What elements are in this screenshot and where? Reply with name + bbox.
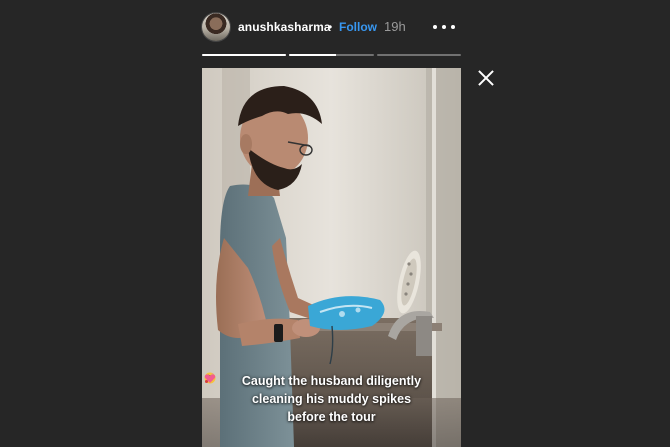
caption-line: cleaning his muddy spikes xyxy=(251,392,412,406)
username-link[interactable]: anushkasharma xyxy=(238,20,331,34)
progress-segment xyxy=(202,54,287,56)
story-image[interactable]: Caught the husband diligently cleaning h… xyxy=(202,68,461,447)
post-time: 19h xyxy=(384,19,406,34)
story-progress-bar xyxy=(202,54,461,56)
profile-avatar[interactable] xyxy=(202,13,230,41)
progress-segment xyxy=(376,54,461,56)
story-header: anushkasharma • Follow 19h xyxy=(202,12,464,42)
story-caption: Caught the husband diligently cleaning h… xyxy=(202,372,461,426)
story-viewer: anushkasharma • Follow 19h Caught the hu… xyxy=(0,0,670,447)
progress-segment-current xyxy=(289,54,374,56)
caption-line: Caught the husband diligently xyxy=(241,374,422,388)
caption-line-emoji: before the tour xyxy=(202,372,461,426)
separator-dot: • xyxy=(328,20,333,34)
more-options-icon[interactable] xyxy=(430,16,458,38)
close-icon[interactable] xyxy=(477,69,495,87)
two-hearts-emoji xyxy=(204,374,216,383)
caption-line: before the tour xyxy=(287,410,376,424)
follow-button[interactable]: Follow xyxy=(339,20,377,34)
